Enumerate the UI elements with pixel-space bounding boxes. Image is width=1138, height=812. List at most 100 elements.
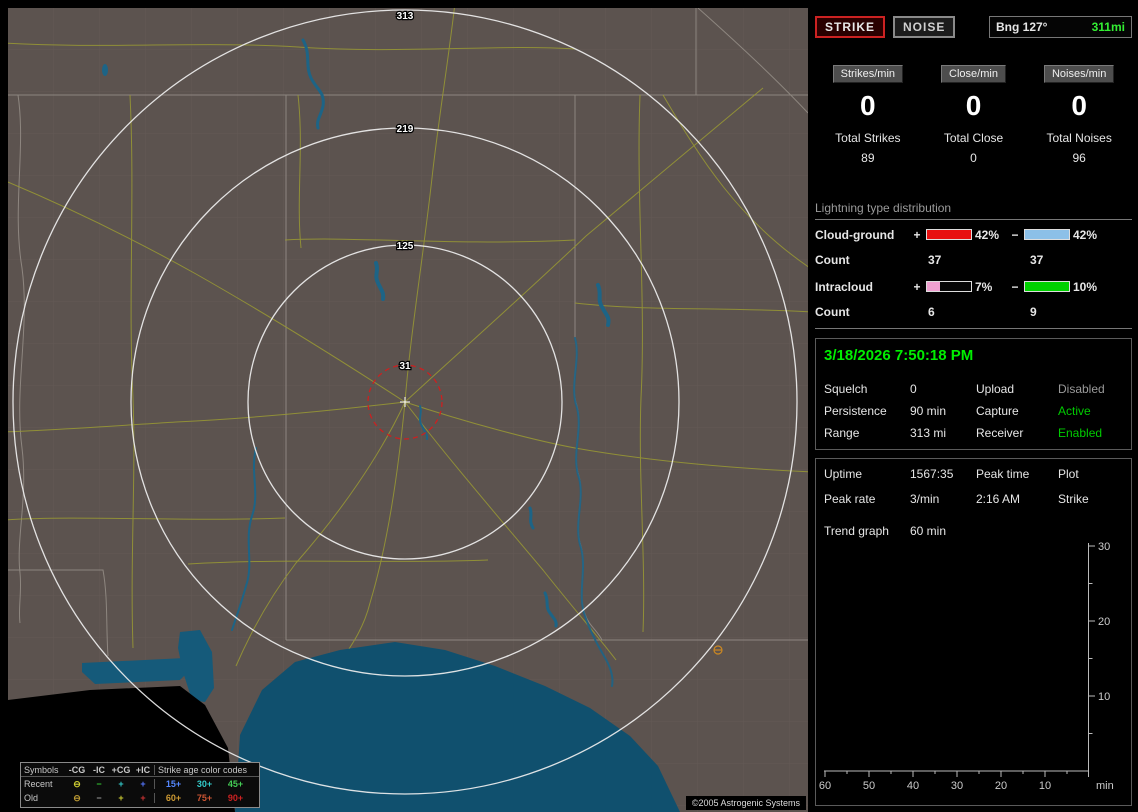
cg-negative-count: 37 (1030, 252, 1044, 267)
capture-status: Active (1058, 404, 1091, 418)
legend-col-pos-cg: +CG (111, 764, 131, 775)
x-tick: 30 (951, 780, 963, 792)
x-tick: 60 (819, 780, 831, 792)
chart-axes (824, 543, 1095, 777)
ic-negative-pct: 10% (1073, 279, 1098, 294)
rate-counters: Strikes/min 0 Total Strikes 89 Close/min… (815, 65, 1132, 165)
bearing-display: Bng 127° 311mi (989, 16, 1132, 38)
bearing-distance: 311mi (1091, 20, 1125, 34)
total-strikes-label: Total Strikes (835, 131, 901, 145)
age-code: 60+ (165, 793, 182, 803)
total-strikes-value: 89 (861, 151, 875, 165)
lightning-map[interactable]: 313 219 125 31 Symbols -CG -IC +CG +IC S… (8, 8, 808, 812)
chart-tick-labels: 30 20 10 60 50 40 30 20 10 min (819, 541, 1114, 792)
range-ring-label: 219 (397, 124, 414, 135)
strikes-per-min-value: 0 (860, 90, 876, 121)
squelch-label: Squelch (824, 382, 868, 396)
plot-label: Plot (1058, 467, 1079, 481)
distribution-title: Lightning type distribution (815, 201, 952, 215)
total-noises-value: 96 (1072, 151, 1086, 165)
noise-mode-button[interactable]: NOISE (893, 16, 956, 38)
plus-sign: + (913, 227, 921, 242)
neg-cg-old-icon: ⊖ (73, 792, 81, 803)
squelch-value: 0 (910, 382, 917, 396)
range-ring-label: 313 (397, 11, 414, 22)
neg-ic-recent-icon: − (96, 779, 102, 789)
upload-status: Disabled (1058, 382, 1105, 396)
receiver-status: Enabled (1058, 426, 1103, 440)
pos-ic-old-icon: + (140, 793, 146, 803)
pos-cg-recent-icon: + (118, 779, 124, 789)
receiver-label: Receiver (976, 426, 1024, 440)
divider (815, 219, 1132, 220)
persistence-value: 90 min (910, 404, 947, 418)
upload-label: Upload (976, 382, 1015, 396)
intracloud-row: Intracloud + 7% − 10% (815, 274, 1132, 299)
ic-positive-count: 6 (928, 304, 935, 319)
stats-panel: Uptime 1567:35 Peak time Plot Peak rate … (815, 458, 1132, 806)
count-label: Count (815, 304, 850, 319)
legend-col-neg-cg: -CG (68, 764, 86, 775)
copyright-text: ©2005 Astrogenic Systems (685, 796, 806, 810)
x-tick: 10 (1039, 780, 1051, 792)
age-code: 90+ (227, 793, 244, 803)
cg-negative-pct: 42% (1073, 227, 1098, 242)
sidebar: STRIKE NOISE Bng 127° 311mi Strikes/min … (815, 8, 1132, 812)
cloud-ground-row: Cloud-ground + 42% − 42% (815, 222, 1132, 247)
age-code: 45+ (227, 779, 244, 789)
peak-rate-value: 3/min (910, 492, 940, 506)
pos-ic-recent-icon: + (140, 779, 146, 789)
uptime-value: 1567:35 (910, 467, 954, 481)
ic-negative-count: 9 (1030, 304, 1037, 319)
cg-positive-bar (926, 229, 972, 240)
cloud-ground-label: Cloud-ground (815, 227, 895, 242)
ic-positive-bar (926, 281, 972, 292)
plot-value: Strike (1058, 492, 1089, 506)
noises-counter: Noises/min 0 Total Noises 96 (1026, 65, 1132, 165)
cloud-ground-count-row: Count 37 37 (815, 247, 1132, 272)
current-datetime: 3/18/2026 7:50:18 PM (824, 347, 974, 364)
peak-time-value: 2:16 AM (976, 492, 1021, 506)
map-legend: Symbols -CG -IC +CG +IC Strike age color… (20, 762, 260, 808)
noises-per-min-chip: Noises/min (1043, 65, 1115, 83)
x-tick: 40 (907, 780, 919, 792)
peak-time-label: Peak time (976, 467, 1030, 481)
legend-row-label: Old (24, 793, 39, 803)
close-per-min-chip: Close/min (941, 65, 1006, 83)
total-noises-label: Total Noises (1046, 131, 1112, 145)
peak-rate-label: Peak rate (824, 492, 876, 506)
minus-sign: − (1011, 227, 1019, 242)
intracloud-label: Intracloud (815, 279, 874, 294)
uptime-label: Uptime (824, 467, 863, 481)
legend-symbols-header: Symbols (24, 764, 59, 775)
y-tick: 30 (1098, 541, 1110, 553)
age-code: 15+ (165, 779, 182, 789)
status-panel: 3/18/2026 7:50:18 PM Squelch 0 Upload Di… (815, 338, 1132, 450)
legend-col-pos-ic: +IC (135, 764, 151, 775)
cg-negative-bar (1024, 229, 1070, 240)
strike-mode-button[interactable]: STRIKE (815, 16, 886, 38)
map-canvas: 313 219 125 31 (8, 8, 808, 812)
x-tick: 50 (863, 780, 875, 792)
total-close-label: Total Close (943, 131, 1004, 145)
range-ring-label: 125 (397, 241, 414, 252)
neg-cg-recent-icon: ⊖ (73, 778, 81, 789)
minus-sign: − (1011, 279, 1019, 294)
bearing-label: Bng 127° (996, 20, 1048, 34)
pos-cg-old-icon: + (118, 793, 124, 803)
noises-per-min-value: 0 (1071, 90, 1087, 121)
y-tick: 10 (1098, 691, 1110, 703)
neg-ic-old-icon: − (96, 793, 102, 803)
intracloud-count-row: Count 6 9 (815, 299, 1132, 324)
close-per-min-value: 0 (965, 90, 982, 121)
trend-graph-chart: 30 20 10 60 50 40 30 20 10 min (819, 541, 1114, 792)
strikes-per-min-chip: Strikes/min (832, 65, 904, 83)
age-code: 75+ (196, 793, 213, 803)
cg-positive-pct: 42% (975, 227, 1000, 242)
count-label: Count (815, 252, 850, 267)
mode-button-row: STRIKE NOISE Bng 127° 311mi (815, 16, 1132, 38)
plus-sign: + (913, 279, 921, 294)
capture-label: Capture (976, 404, 1019, 418)
x-unit-label: min (1096, 780, 1114, 792)
small-lake (102, 64, 108, 76)
